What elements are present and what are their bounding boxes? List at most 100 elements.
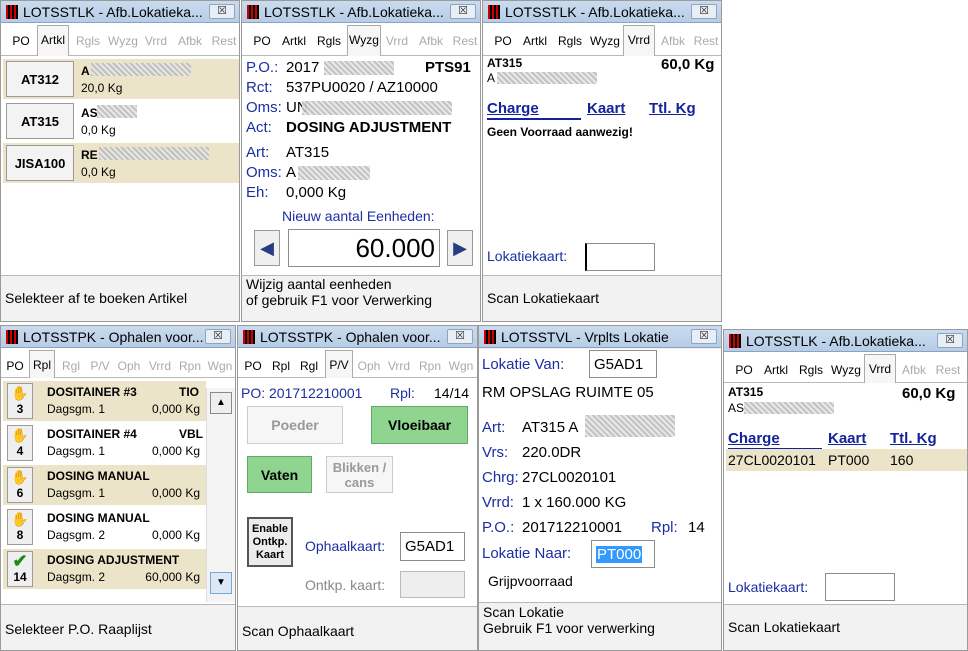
- quantity-input[interactable]: 60.000: [288, 229, 440, 267]
- vloeibaar-button[interactable]: Vloeibaar: [371, 406, 468, 444]
- enable-ontkp-button[interactable]: Enable Ontkp. Kaart: [247, 517, 293, 567]
- close-icon[interactable]: ☒: [691, 4, 717, 19]
- redacted-text: [497, 72, 597, 84]
- tab-po[interactable]: PO: [730, 357, 758, 384]
- tab-vrrd[interactable]: Vrrd: [864, 354, 896, 385]
- tab-wgn[interactable]: Wgn: [446, 353, 476, 380]
- close-icon[interactable]: ☒: [691, 329, 717, 344]
- close-icon[interactable]: ☒: [205, 329, 231, 344]
- decrease-button[interactable]: ◀: [254, 230, 280, 266]
- scroll-down-button[interactable]: ▼: [210, 572, 232, 594]
- tab-rest[interactable]: Rest: [449, 28, 480, 55]
- tab-afbk[interactable]: Afbk: [898, 357, 930, 384]
- tab-rgls[interactable]: Rgls: [313, 28, 345, 55]
- increase-button[interactable]: ▶: [447, 230, 473, 266]
- tab-po[interactable]: PO: [3, 353, 27, 380]
- rpl-value: 14/14: [434, 385, 470, 401]
- tab-oph[interactable]: Oph: [355, 353, 383, 380]
- tab-vrrd[interactable]: Vrrd: [384, 353, 414, 380]
- tab-wgn[interactable]: Wgn: [205, 353, 235, 380]
- tab-artkl[interactable]: Artkl: [760, 357, 792, 384]
- scroll-up-button[interactable]: ▲: [210, 392, 232, 414]
- select-item-button[interactable]: ✋ 6: [7, 467, 33, 503]
- tab-rest[interactable]: Rest: [932, 357, 964, 384]
- tab-wyzg[interactable]: Wyzg: [347, 25, 381, 56]
- list-item[interactable]: ✋ 3 DOSITAINER #3 TIO Dagsgm. 1 0,000 Kg: [3, 381, 206, 421]
- tab-po[interactable]: PO: [240, 353, 266, 380]
- art-label: Art:: [482, 419, 506, 436]
- tab-rgls[interactable]: Rgls: [554, 28, 586, 55]
- blikken-button[interactable]: Blikken / cans: [326, 456, 393, 493]
- ontkp-input[interactable]: [400, 571, 465, 598]
- window-stock-empty: LOTSSTLK - Afb.Lokatieka... ☒ PO Artkl Rg…: [482, 0, 722, 322]
- lokatie-naar-input[interactable]: PT000: [591, 540, 655, 568]
- article-code-button[interactable]: AT312: [6, 61, 74, 97]
- tab-rest[interactable]: Rest: [208, 28, 239, 55]
- tab-wyzg[interactable]: Wyzg: [588, 28, 622, 55]
- close-icon[interactable]: ☒: [209, 4, 235, 19]
- col-charge[interactable]: Charge: [487, 100, 539, 117]
- list-item[interactable]: ✋ 4 DOSITAINER #4 VBL Dagsgm. 1 0,000 Kg: [3, 423, 206, 463]
- tab-afbk[interactable]: Afbk: [657, 28, 689, 55]
- tab-po[interactable]: PO: [248, 28, 276, 55]
- close-icon[interactable]: ☒: [450, 4, 476, 19]
- tab-pv[interactable]: P/V: [87, 353, 113, 380]
- scrollbar[interactable]: ▲ ▼: [206, 388, 235, 602]
- tab-vrrd[interactable]: Vrrd: [623, 25, 655, 56]
- select-item-button[interactable]: ✔ 14: [7, 551, 33, 587]
- tab-wyzg[interactable]: Wyzg: [106, 28, 140, 55]
- lokatiekaart-input[interactable]: [825, 573, 895, 601]
- list-item[interactable]: ✔ 14 DOSING ADJUSTMENT Dagsgm. 2 60,000 Kg: [3, 549, 206, 589]
- tab-vrrd[interactable]: Vrrd: [145, 353, 175, 380]
- tab-wyzg[interactable]: Wyzg: [829, 357, 863, 384]
- tab-rpl[interactable]: Rpl: [268, 353, 294, 380]
- ophaalkaart-input[interactable]: G5AD1: [400, 532, 465, 561]
- list-item[interactable]: ✋ 6 DOSING MANUAL Dagsgm. 1 0,000 Kg: [3, 465, 206, 505]
- col-kaart[interactable]: Kaart: [828, 430, 866, 447]
- article-code-button[interactable]: JISA100: [6, 145, 74, 181]
- tab-oph[interactable]: Oph: [115, 353, 143, 380]
- table-row[interactable]: 27CL0020101 PT000 160: [726, 449, 967, 471]
- vaten-button[interactable]: Vaten: [247, 456, 312, 493]
- tab-po[interactable]: PO: [489, 28, 517, 55]
- list-item[interactable]: ✋ 8 DOSING MANUAL Dagsgm. 2 0,000 Kg: [3, 507, 206, 547]
- list-item[interactable]: AT315 AS 0,0 Kg: [3, 101, 239, 141]
- item-sub: Dagsgm. 2: [47, 570, 106, 584]
- lokatie-naar-label: Lokatie Naar:: [482, 545, 572, 562]
- tab-rpn[interactable]: Rpn: [415, 353, 445, 380]
- po-label: P.O.:: [246, 59, 279, 76]
- tab-rest[interactable]: Rest: [690, 28, 721, 55]
- tab-afbk[interactable]: Afbk: [415, 28, 447, 55]
- tab-rgl[interactable]: Rgl: [296, 353, 322, 380]
- tab-po[interactable]: PO: [7, 28, 35, 55]
- tab-rpl[interactable]: Rpl: [29, 350, 55, 381]
- lokatiekaart-input[interactable]: [585, 243, 655, 271]
- tab-artkl[interactable]: Artkl: [37, 25, 69, 56]
- window-stock-list: LOTSSTLK - Afb.Lokatieka... ☒ PO Artkl Rg…: [723, 329, 968, 651]
- col-ttl-kg[interactable]: Ttl. Kg: [649, 100, 696, 117]
- article-code-button[interactable]: AT315: [6, 103, 74, 139]
- tab-rpn[interactable]: Rpn: [175, 353, 205, 380]
- tab-artkl[interactable]: Artkl: [278, 28, 310, 55]
- poeder-button[interactable]: Poeder: [247, 406, 343, 444]
- art-value: AT315 A: [522, 419, 579, 436]
- col-charge[interactable]: Charge: [728, 430, 780, 447]
- tab-vrrd[interactable]: Vrrd: [141, 28, 171, 55]
- tab-rgl[interactable]: Rgl: [58, 353, 84, 380]
- select-item-button[interactable]: ✋ 8: [7, 509, 33, 545]
- lokatie-van-input[interactable]: G5AD1: [589, 350, 657, 378]
- close-icon[interactable]: ☒: [447, 329, 473, 344]
- tab-afbk[interactable]: Afbk: [174, 28, 206, 55]
- tab-pv[interactable]: P/V: [325, 350, 353, 381]
- tab-rgls[interactable]: Rgls: [72, 28, 104, 55]
- list-item[interactable]: AT312 A 20,0 Kg: [3, 59, 239, 99]
- tab-rgls[interactable]: Rgls: [795, 357, 827, 384]
- col-kaart[interactable]: Kaart: [587, 100, 625, 117]
- select-item-button[interactable]: ✋ 4: [7, 425, 33, 461]
- close-icon[interactable]: ☒: [937, 333, 963, 348]
- col-ttl-kg[interactable]: Ttl. Kg: [890, 430, 937, 447]
- tab-artkl[interactable]: Artkl: [519, 28, 551, 55]
- list-item[interactable]: JISA100 RE 0,0 Kg: [3, 143, 239, 183]
- select-item-button[interactable]: ✋ 3: [7, 383, 33, 419]
- tab-vrrd[interactable]: Vrrd: [382, 28, 412, 55]
